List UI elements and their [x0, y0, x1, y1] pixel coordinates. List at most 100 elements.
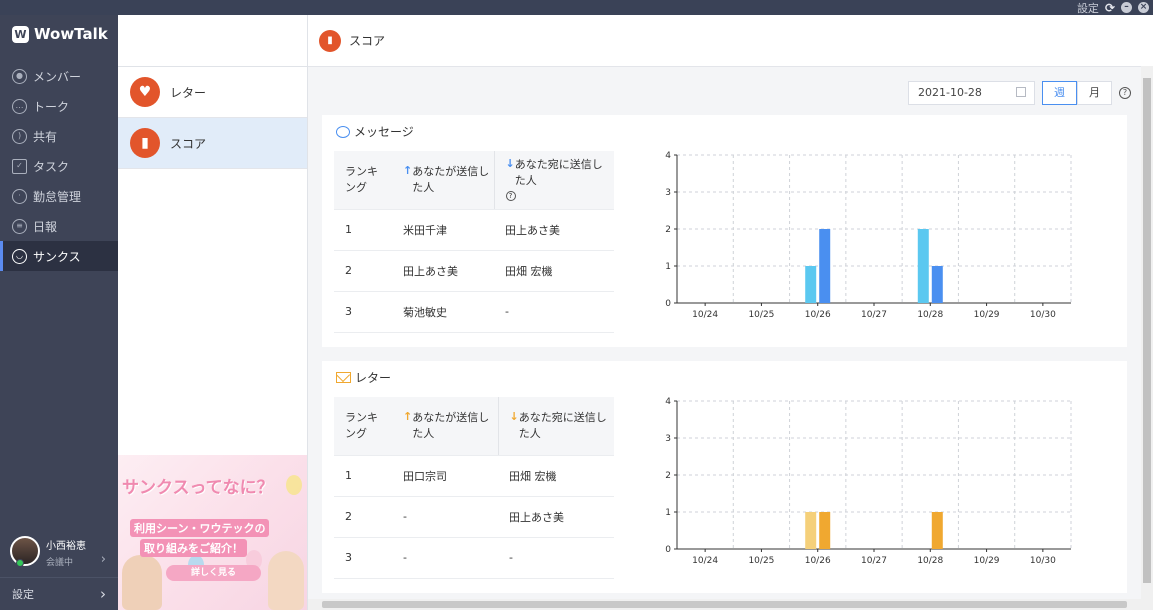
- x-tick-label: 10/29: [974, 310, 1000, 320]
- sidebar-item-label: 共有: [33, 129, 58, 144]
- vertical-scrollbar[interactable]: [1141, 66, 1153, 610]
- user-status: 会議中: [46, 558, 74, 568]
- banner-details-button[interactable]: 詳しく見る: [166, 565, 261, 581]
- x-tick-label: 10/27: [861, 556, 887, 566]
- x-tick-label: 10/29: [974, 556, 1000, 566]
- close-icon[interactable]: ×: [1138, 2, 1149, 13]
- bar: [819, 229, 831, 303]
- card-title: メッセージ: [336, 123, 414, 140]
- balloon-icon: [286, 475, 302, 495]
- sidebar-item-share[interactable]: ) 共有: [0, 121, 118, 151]
- y-tick-label: 0: [665, 545, 671, 555]
- sidebar-item-attendance[interactable]: · 勤怠管理: [0, 181, 118, 211]
- chat-icon: …: [12, 98, 27, 114]
- x-tick-label: 10/28: [917, 556, 943, 566]
- received-cell: 田上あさ美: [498, 496, 614, 538]
- person-icon: ●: [12, 68, 27, 84]
- page-title: スコア: [349, 34, 386, 48]
- list-item-label: レター: [170, 85, 207, 100]
- letter-score-card: レター ランキング ↑あなたが送信した人 ↓あなた宛に送信した人 1 田口宗司 田畑…: [322, 361, 1127, 593]
- period-toggle: 週 月: [1042, 81, 1112, 105]
- title-bar-controls: 設定 ⟳ – ×: [1077, 0, 1149, 15]
- x-tick-label: 10/24: [692, 310, 718, 320]
- date-picker-input[interactable]: 2021-10-28: [908, 81, 1035, 105]
- clipboard-icon: ✓: [12, 158, 27, 174]
- calendar-icon[interactable]: [1016, 87, 1026, 97]
- received-cell: 田畑 宏機: [494, 250, 614, 292]
- banner-line-2: 取り組みをご紹介！: [140, 539, 247, 557]
- sent-cell: 田口宗司: [392, 455, 498, 497]
- sidebar-item-thanks[interactable]: ◡ サンクス: [0, 241, 118, 271]
- sent-cell: 菊池敏史: [392, 291, 494, 333]
- arrow-up-icon: ↑: [403, 163, 413, 177]
- message-score-card: メッセージ ランキング ↑あなたが送信した人 ↓あなた宛に送信した人 ? 1 米田…: [322, 115, 1127, 347]
- promo-banner[interactable]: サンクスってなに？ 利用シーン・ワウテックの 取り組みをご紹介！ 詳しく見る: [118, 455, 307, 610]
- list-item-score[interactable]: ▮ スコア: [118, 118, 307, 169]
- rank-cell: 1: [334, 209, 392, 251]
- envelope-icon: [336, 372, 351, 383]
- sidebar-item-members[interactable]: ● メンバー: [0, 61, 118, 91]
- rank-cell: 3: [334, 291, 392, 333]
- minimize-icon[interactable]: –: [1121, 2, 1132, 13]
- y-tick-label: 3: [665, 434, 671, 444]
- ranking-table: ランキング ↑あなたが送信した人 ↓あなた宛に送信した人 ? 1 米田千津 田上あさ…: [334, 151, 614, 333]
- status-dot: [16, 559, 24, 567]
- y-tick-label: 4: [665, 397, 671, 407]
- app-logo: W WowTalk: [12, 25, 108, 43]
- app-name: WowTalk: [34, 25, 108, 43]
- rank-cell: 1: [334, 455, 392, 497]
- x-tick-label: 10/30: [1030, 556, 1056, 566]
- settings-button[interactable]: 設定 ›: [0, 577, 118, 610]
- help-icon[interactable]: ?: [1119, 87, 1131, 99]
- x-tick-label: 10/25: [748, 556, 774, 566]
- reload-icon[interactable]: ⟳: [1105, 1, 1115, 15]
- x-tick-label: 10/28: [917, 310, 943, 320]
- sidebar-item-talk[interactable]: … トーク: [0, 91, 118, 121]
- rank-cell: 3: [334, 537, 392, 579]
- x-tick-label: 10/26: [805, 556, 831, 566]
- scrollbar-thumb[interactable]: [322, 601, 1127, 608]
- column-header-sent: ↑あなたが送信した人: [392, 151, 494, 210]
- report-icon: ≡: [12, 218, 27, 234]
- bar-chart-icon: ▮: [130, 128, 160, 158]
- chevron-right-icon[interactable]: ›: [101, 552, 106, 567]
- table-header: ランキング ↑あなたが送信した人 ↓あなた宛に送信した人: [334, 397, 614, 456]
- message-bar-chart: 0 1 2 3 4 10/24 10/25 10/26 10/27 10/28 10/29 10/30: [665, 151, 1072, 320]
- illustration-person-icon: [122, 555, 162, 610]
- column-header-label: あなた宛に送信した人: [518, 410, 607, 440]
- ranking-table: ランキング ↑あなたが送信した人 ↓あなた宛に送信した人 1 田口宗司 田畑 宏機 …: [334, 397, 614, 579]
- user-profile[interactable]: 小西裕恵 会議中 ›: [10, 533, 110, 573]
- sidebar-nav: ● メンバー … トーク ) 共有 ✓ タスク · 勤怠管理 ≡ 日報 ◡ サン…: [0, 61, 118, 271]
- scrollbar-thumb[interactable]: [1143, 78, 1151, 583]
- list-item-letter[interactable]: ♥ レター: [118, 67, 307, 118]
- settings-link[interactable]: 設定: [1077, 0, 1099, 16]
- bar: [805, 266, 817, 303]
- month-button[interactable]: 月: [1077, 81, 1112, 105]
- help-icon[interactable]: ?: [505, 191, 516, 202]
- x-tick-label: 10/24: [692, 556, 718, 566]
- sent-cell: 米田千津: [392, 209, 494, 251]
- y-tick-label: 1: [665, 262, 671, 272]
- banner-title: サンクスってなに？: [122, 478, 274, 498]
- sidebar-item-daily-report[interactable]: ≡ 日報: [0, 211, 118, 241]
- week-button[interactable]: 週: [1042, 81, 1077, 105]
- logo-icon: W: [12, 25, 29, 43]
- arrow-up-icon: ↑: [403, 409, 413, 423]
- sidebar-item-task[interactable]: ✓ タスク: [0, 151, 118, 181]
- received-cell: 田畑 宏機: [498, 455, 614, 497]
- y-tick-label: 2: [665, 471, 671, 481]
- banner-line-1: 利用シーン・ワウテックの: [130, 519, 270, 537]
- sent-cell: -: [392, 537, 498, 579]
- smile-icon: ◡: [12, 248, 27, 264]
- table-row: 1 田口宗司 田畑 宏機: [334, 455, 614, 497]
- table-header: ランキング ↑あなたが送信した人 ↓あなた宛に送信した人 ?: [334, 151, 614, 210]
- y-tick-label: 3: [665, 188, 671, 198]
- bar: [805, 512, 817, 549]
- main-content: ▮ スコア 2021-10-28 週 月 ? メッセージ ランキング ↑あなたが…: [308, 15, 1153, 610]
- sidebar-item-label: メンバー: [33, 69, 82, 84]
- horizontal-scrollbar[interactable]: [308, 599, 1141, 610]
- y-tick-label: 2: [665, 225, 671, 235]
- page-header: ▮ スコア: [308, 15, 1153, 67]
- sidebar-item-label: 勤怠管理: [33, 189, 82, 204]
- list-item-label: スコア: [170, 136, 207, 151]
